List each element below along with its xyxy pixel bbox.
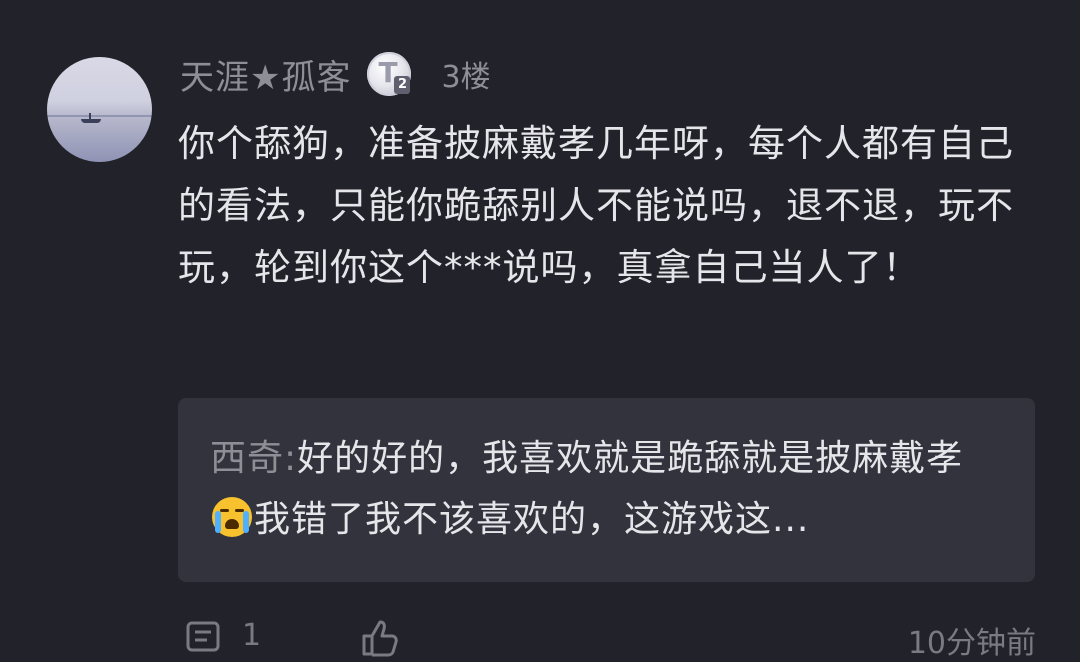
reply-preview[interactable]: 西奇:好的好的，我喜欢就是跪舔就是披麻戴孝我错了我不该喜欢的，这游戏这... <box>178 398 1035 582</box>
reply-text-part1: 好的好的，我喜欢就是跪舔就是披麻戴孝 <box>297 438 964 479</box>
reply-author[interactable]: 西奇 <box>210 438 284 479</box>
avatar-horizon <box>47 114 152 117</box>
level-badge-number: 2 <box>394 76 411 94</box>
username[interactable]: 天涯★孤客 <box>180 50 351 99</box>
reply-text: 西奇:好的好的，我喜欢就是跪舔就是披麻戴孝我错了我不该喜欢的，这游戏这... <box>210 428 1000 550</box>
comment-footer: 1 10分钟前 <box>180 618 1036 661</box>
timestamp: 10分钟前 <box>907 626 1036 661</box>
avatar[interactable] <box>47 57 152 162</box>
reply-text-part2: 我错了我不该喜欢的，这游戏这... <box>254 499 810 540</box>
loudly-crying-face-icon <box>212 497 252 537</box>
comment-icon[interactable] <box>185 620 221 656</box>
thumbs-up-icon[interactable] <box>360 618 400 658</box>
level-badge-icon: T 2 <box>367 52 412 96</box>
comment-header: 天涯★孤客 T 2 3楼 <box>180 50 491 98</box>
reply-separator: : <box>284 438 298 479</box>
avatar-boat <box>81 119 101 123</box>
floor-number: 3楼 <box>441 60 491 95</box>
comment-text[interactable]: 你个舔狗，准备披麻戴孝几年呀，每个人都有自己的看法，只能你跪舔别人不能说吗，退不… <box>178 113 1038 299</box>
